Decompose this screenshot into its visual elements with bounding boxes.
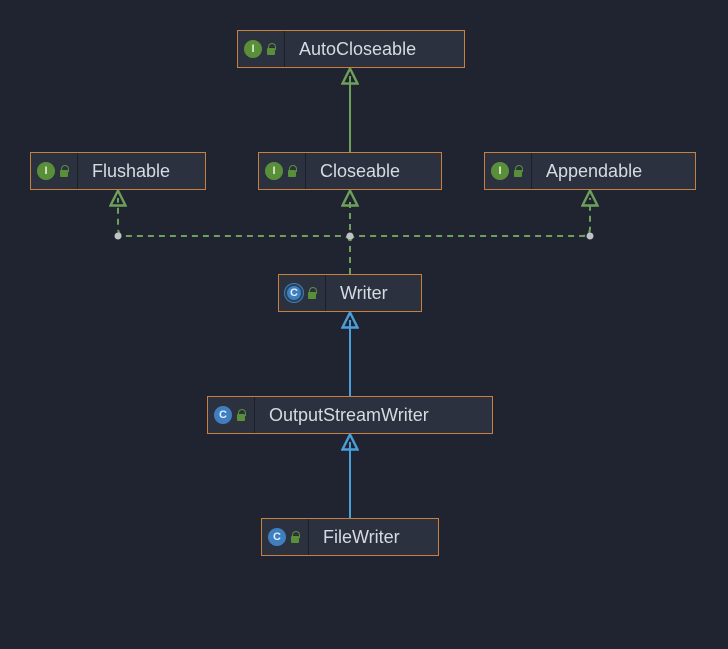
edge-writer-flushable (118, 198, 350, 274)
node-closeable[interactable]: Closeable (258, 152, 442, 190)
lock-icon (59, 165, 69, 177)
node-badge (31, 153, 78, 189)
lock-icon (290, 531, 300, 543)
abstract-class-icon (285, 284, 303, 302)
node-flushable[interactable]: Flushable (30, 152, 206, 190)
edge-writer-appendable (350, 198, 590, 274)
node-appendable[interactable]: Appendable (484, 152, 696, 190)
node-badge (208, 397, 255, 433)
node-badge (259, 153, 306, 189)
lock-icon (236, 409, 246, 421)
edge-junction-dot (347, 233, 354, 240)
lock-icon (307, 287, 317, 299)
node-label: Appendable (532, 153, 656, 189)
node-label: Closeable (306, 153, 414, 189)
node-label: OutputStreamWriter (255, 397, 443, 433)
node-writer[interactable]: Writer (278, 274, 422, 312)
node-badge (238, 31, 285, 67)
node-label: AutoCloseable (285, 31, 430, 67)
interface-icon (265, 162, 283, 180)
node-label: Flushable (78, 153, 184, 189)
node-badge (279, 275, 326, 311)
interface-icon (491, 162, 509, 180)
class-icon (268, 528, 286, 546)
node-badge (262, 519, 309, 555)
node-label: FileWriter (309, 519, 414, 555)
edge-junction-dot (587, 233, 594, 240)
class-hierarchy-diagram: AutoCloseable Flushable Closeable Append… (0, 0, 728, 649)
node-badge (485, 153, 532, 189)
node-outputstreamwriter[interactable]: OutputStreamWriter (207, 396, 493, 434)
lock-icon (287, 165, 297, 177)
node-autocloseable[interactable]: AutoCloseable (237, 30, 465, 68)
node-filewriter[interactable]: FileWriter (261, 518, 439, 556)
class-icon (214, 406, 232, 424)
interface-icon (244, 40, 262, 58)
node-label: Writer (326, 275, 402, 311)
lock-icon (266, 43, 276, 55)
interface-icon (37, 162, 55, 180)
edge-junction-dot (115, 233, 122, 240)
lock-icon (513, 165, 523, 177)
